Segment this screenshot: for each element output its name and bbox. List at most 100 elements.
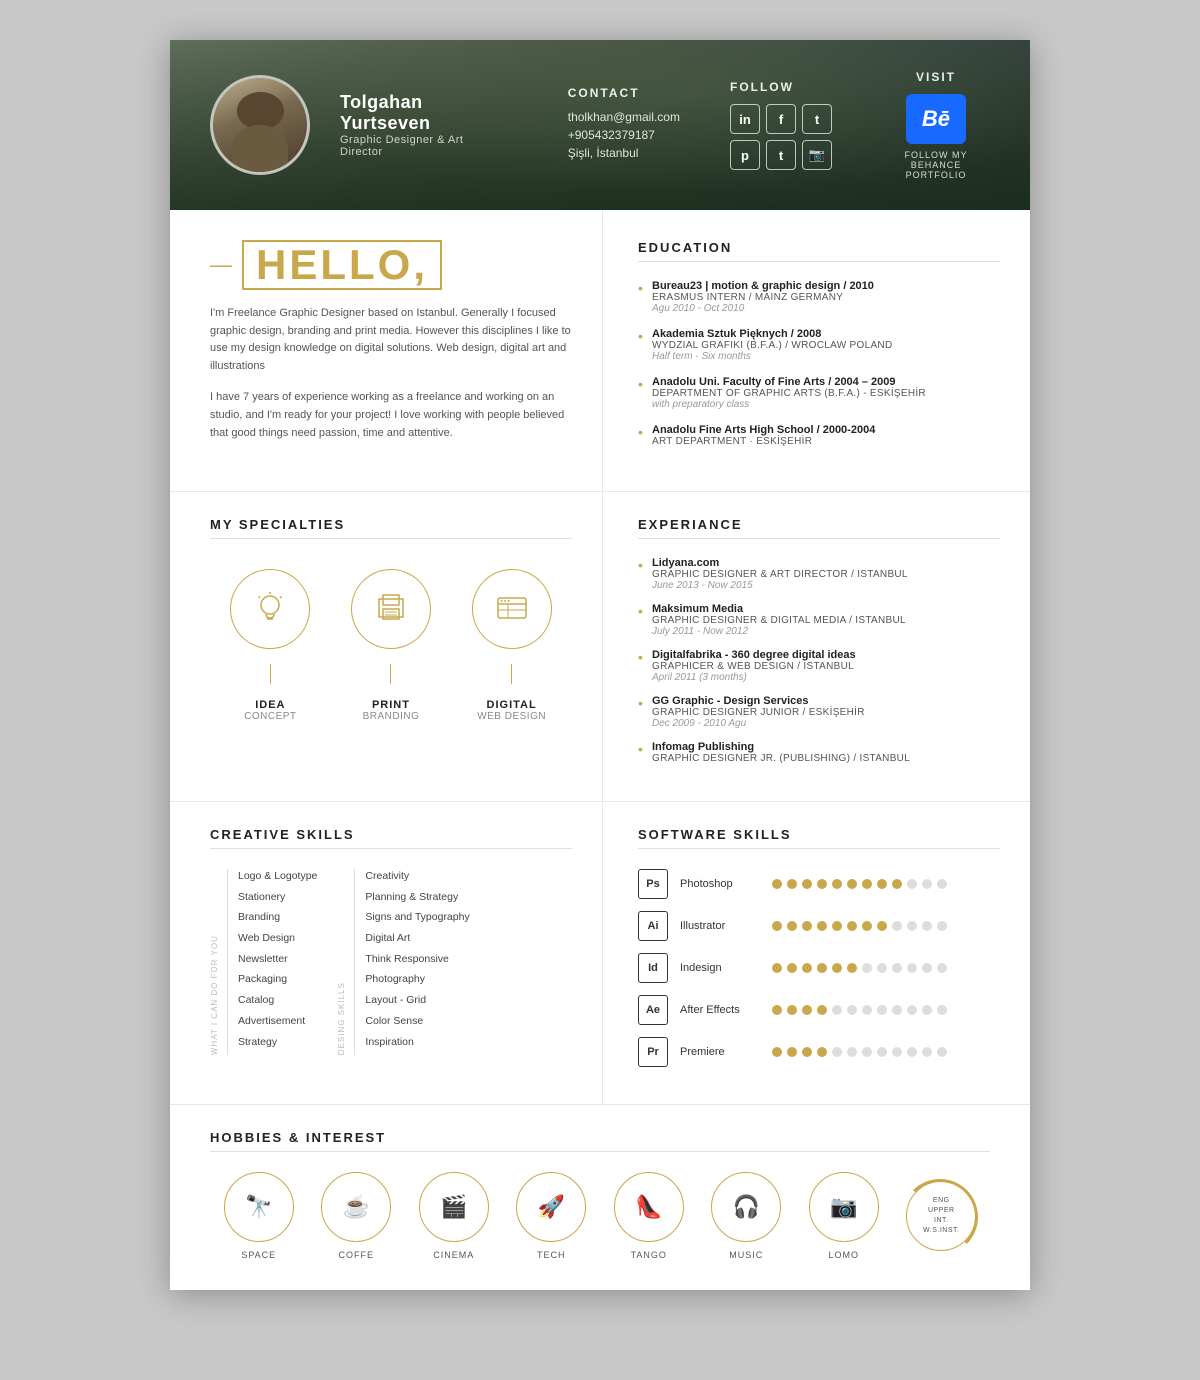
education-item: Bureau23 | motion & graphic design / 201… — [638, 280, 1000, 314]
lomo-icon: 📷 — [809, 1172, 879, 1242]
dot-filled — [772, 1005, 782, 1015]
behance-icon[interactable]: Bē — [906, 94, 966, 144]
sw-icon-indesign: Id — [638, 953, 668, 983]
sw-name: Photoshop — [680, 878, 760, 890]
education-item: Akademia Sztuk Pięknych / 2008 WYDZIAL G… — [638, 328, 1000, 362]
skill-planning: Planning & Strategy — [365, 890, 469, 905]
edu-sub: ERASMUS INTERN / MAINZ GERMANY — [652, 292, 1000, 303]
dot-filled — [802, 963, 812, 973]
dot-empty — [892, 963, 902, 973]
hello-section: — HELLO, I'm Freelance Graphic Designer … — [170, 210, 603, 491]
coffe-label: COFFE — [339, 1250, 375, 1260]
dot-empty — [937, 963, 947, 973]
hobby-lomo: 📷 LOMO — [809, 1172, 879, 1260]
skill-webdesign: Web Design — [238, 931, 317, 946]
dot-empty — [892, 1005, 902, 1015]
dot-filled — [817, 1005, 827, 1015]
specialties-heading: MY SPECIALTIES — [210, 517, 572, 539]
instagram-icon[interactable]: 📷 — [802, 140, 832, 170]
dot-empty — [907, 1005, 917, 1015]
sw-name: Indesign — [680, 962, 760, 974]
hello-bio2: I have 7 years of experience working as … — [210, 389, 572, 442]
dot-filled — [787, 921, 797, 931]
edu-main: Anadolu Fine Arts High School / 2000-200… — [652, 424, 1000, 436]
music-icon: 🎧 — [711, 1172, 781, 1242]
edu-main: Anadolu Uni. Faculty of Fine Arts / 2004… — [652, 376, 1000, 388]
full-name: Tolgahan Yurtseven — [340, 92, 508, 134]
dot-empty — [877, 1047, 887, 1057]
education-item: Anadolu Fine Arts High School / 2000-200… — [638, 424, 1000, 447]
dot-filled — [862, 879, 872, 889]
skill-responsive: Think Responsive — [365, 952, 469, 967]
exp-role: GRAPHIC DESIGNER & ART DIRECTOR / ISTANB… — [652, 569, 1000, 580]
software-skills-heading: SOFTWARE SKILLS — [638, 827, 1000, 849]
skill-photo: Photography — [365, 972, 469, 987]
specialty-label-print: PRINT BRANDING — [363, 699, 420, 722]
visit-label: Visit — [882, 70, 990, 84]
education-list: Bureau23 | motion & graphic design / 201… — [638, 280, 1000, 447]
tumblr-icon[interactable]: t — [766, 140, 796, 170]
dot-filled — [787, 1047, 797, 1057]
edu-main: Bureau23 | motion & graphic design / 201… — [652, 280, 1000, 292]
experience-list: Lidyana.com GRAPHIC DESIGNER & ART DIREC… — [638, 557, 1000, 764]
dot-filled — [817, 963, 827, 973]
hobbies-grid: 🔭 SPACE ☕ COFFE 🎬 CINEMA 🚀 TECH 👠 TANGO … — [210, 1172, 990, 1260]
dot-filled — [817, 879, 827, 889]
dot-empty — [937, 1047, 947, 1057]
tango-label: TANGO — [631, 1250, 667, 1260]
dot-filled — [877, 921, 887, 931]
dot-empty — [907, 879, 917, 889]
follow-block: Follow in f t p t 📷 — [730, 80, 832, 170]
specialty-print: PRINT BRANDING — [351, 569, 431, 722]
specialty-sub-idea: CONCEPT — [244, 711, 296, 722]
contact-label: Contact — [568, 86, 680, 100]
linkedin-icon[interactable]: in — [730, 104, 760, 134]
hobby-cinema: 🎬 CINEMA — [419, 1172, 489, 1260]
specialty-main-digital: DIGITAL — [477, 699, 546, 711]
dot-empty — [922, 1005, 932, 1015]
col2-label: DESING SKILLS — [337, 869, 346, 1055]
dot-filled — [802, 879, 812, 889]
exp-role: GRAPHICER & WEB DESIGN / ISTANBUL — [652, 661, 1000, 672]
education-section: EDUCATION Bureau23 | motion & graphic de… — [603, 210, 1030, 491]
language-circle: ENGUPPERINT.W.S.INST. — [906, 1181, 976, 1251]
twitter-icon[interactable]: t — [802, 104, 832, 134]
coffe-icon: ☕ — [321, 1172, 391, 1242]
top-section: — HELLO, I'm Freelance Graphic Designer … — [170, 210, 1030, 492]
tech-label: TECH — [537, 1250, 566, 1260]
dot-empty — [922, 879, 932, 889]
exp-period: July 2011 - Now 2012 — [652, 626, 1000, 637]
exp-role: GRAPHIC DESIGNER & DIGITAL MEDIA / ISTAN… — [652, 615, 1000, 626]
exp-role: GRAPHIC DESIGNER JUNIOR / ESKİŞEHİR — [652, 707, 1000, 718]
specialty-circle-idea — [230, 569, 310, 649]
dot-filled — [772, 1047, 782, 1057]
specialty-label-digital: DIGITAL WEB DESIGN — [477, 699, 546, 722]
specialty-line3 — [511, 664, 512, 684]
software-item: Ai Illustrator — [638, 911, 1000, 941]
hobby-tech: 🚀 TECH — [516, 1172, 586, 1260]
skill-inspiration: Inspiration — [365, 1035, 469, 1050]
facebook-icon[interactable]: f — [766, 104, 796, 134]
location: Şişli, İstanbul — [568, 146, 680, 160]
dot-empty — [907, 921, 917, 931]
dot-empty — [907, 1047, 917, 1057]
skill-dots — [772, 879, 947, 889]
dot-filled — [772, 921, 782, 931]
language-item: ENGUPPERINT.W.S.INST. — [906, 1181, 976, 1251]
dot-empty — [937, 879, 947, 889]
dot-empty — [937, 1005, 947, 1015]
col1-label: WHAT I CAN DO FOR YOU — [210, 869, 219, 1055]
exp-role: GRAPHIC DESIGNER JR. (PUBLISHING) / ISTA… — [652, 753, 1000, 764]
software-item: Id Indesign — [638, 953, 1000, 983]
skill-advertisement: Advertisement — [238, 1014, 317, 1029]
edu-sub: WYDZIAL GRAFIKI (B.F.A.) / WROCLAW POLAN… — [652, 340, 1000, 351]
pinterest-icon[interactable]: p — [730, 140, 760, 170]
exp-period: April 2011 (3 months) — [652, 672, 1000, 683]
job-title: Graphic Designer & Art Director — [340, 134, 508, 158]
hobby-coffe: ☕ COFFE — [321, 1172, 391, 1260]
music-label: MUSIC — [729, 1250, 763, 1260]
specialties-section: MY SPECIALTIES — [170, 492, 603, 801]
hobbies-heading: HOBBIES & INTEREST — [210, 1130, 990, 1152]
dot-filled — [802, 921, 812, 931]
skill-digitalart: Digital Art — [365, 931, 469, 946]
